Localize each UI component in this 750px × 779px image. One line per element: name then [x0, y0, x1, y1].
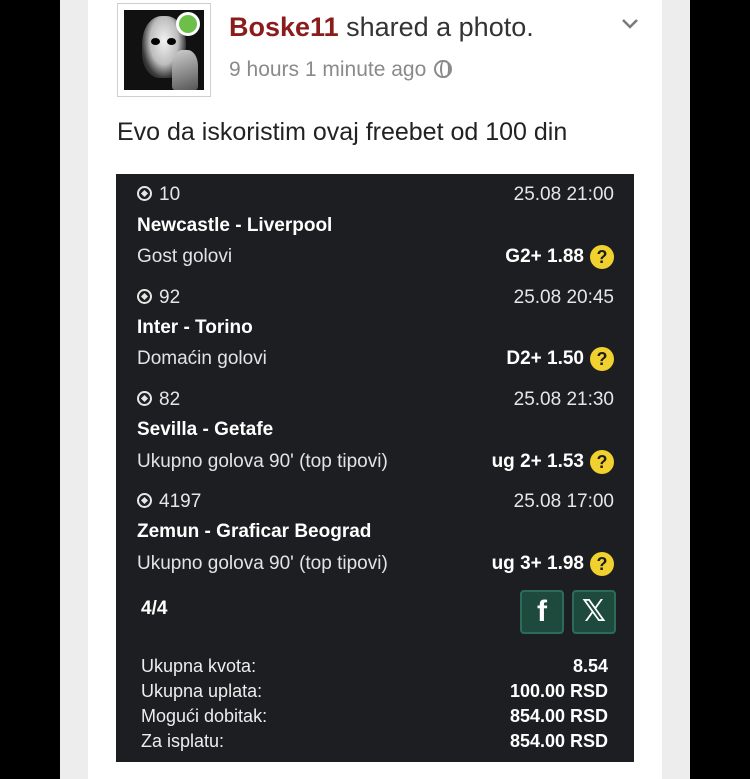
username-link[interactable]: Boske11 — [229, 12, 339, 42]
summary-value: 854.00 RSD — [509, 731, 608, 751]
post-action-text: shared a photo. — [338, 12, 534, 42]
bet-market: Gost golovi — [137, 246, 233, 267]
question-mark-icon: ? — [590, 552, 614, 576]
bet-match-row: Zemun - Graficar Beograd — [137, 521, 614, 547]
bet-market-row: Gost golovi G2+ 1.88 ? — [137, 245, 614, 272]
bet-code: 10 — [159, 184, 181, 205]
bet-datetime: 25.08 21:30 — [513, 389, 614, 410]
globe-icon — [434, 60, 453, 78]
bet-match-row: Newcastle - Liverpool — [137, 215, 614, 241]
bet-market: Domaćin golovi — [137, 348, 267, 369]
summary-row: Mogući dobitak: 854.00 RSD — [141, 706, 608, 730]
bet-meta-row: 92 25.08 20:45 — [137, 287, 614, 313]
bet-slip-image: 10 25.08 21:00 Newcastle - Liverpool Gos… — [116, 174, 634, 762]
summary-value: 8.54 — [572, 656, 608, 676]
summary-value: 100.00 RSD — [509, 681, 608, 701]
summary-label: Za isplatu: — [141, 731, 225, 751]
summary-value: 854.00 RSD — [509, 706, 608, 726]
post-timestamp: 9 hours 1 minute ago — [229, 58, 453, 82]
soccer-ball-icon — [137, 289, 152, 304]
bet-market-row: Domaćin golovi D2+ 1.50 ? — [137, 347, 614, 374]
summary-label: Ukupna uplata: — [141, 681, 263, 701]
bet-market: Ukupno golova 90' (top tipovi) — [137, 451, 388, 472]
bet-code: 4197 — [159, 491, 202, 512]
post-body-text: Evo da iskoristim ovaj freebet od 100 di… — [117, 118, 568, 146]
bet-code: 82 — [159, 389, 181, 410]
bet-match-row: Sevilla - Getafe — [137, 419, 614, 445]
question-mark-icon: ? — [590, 347, 614, 371]
soccer-ball-icon — [137, 493, 152, 508]
post-header: Boske11 shared a photo. — [229, 12, 534, 43]
post-time-text[interactable]: 9 hours 1 minute ago — [229, 58, 426, 81]
bet-datetime: 25.08 21:00 — [513, 184, 614, 205]
chevron-down-icon[interactable] — [620, 14, 640, 34]
bet-code: 92 — [159, 287, 181, 308]
summary-label: Ukupna kvota: — [141, 656, 257, 676]
bet-datetime: 25.08 20:45 — [513, 287, 614, 308]
bet-match: Sevilla - Getafe — [137, 419, 274, 440]
soccer-ball-icon — [137, 391, 152, 406]
x-share-button[interactable]: 𝕏 — [572, 590, 616, 634]
bet-meta-row: 4197 25.08 17:00 — [137, 491, 614, 517]
bet-match: Inter - Torino — [137, 317, 253, 338]
bet-meta-row: 10 25.08 21:00 — [137, 184, 614, 210]
soccer-ball-icon — [137, 186, 152, 201]
facebook-share-button[interactable]: f — [520, 590, 564, 634]
bet-match: Newcastle - Liverpool — [137, 215, 333, 236]
bet-count: 4/4 — [141, 598, 168, 619]
question-mark-icon: ? — [590, 450, 614, 474]
summary-label: Mogući dobitak: — [141, 706, 268, 726]
bet-market-row: Ukupno golova 90' (top tipovi) ug 2+ 1.5… — [137, 450, 614, 477]
summary-row: Ukupna uplata: 100.00 RSD — [141, 681, 608, 705]
bet-market-row: Ukupno golova 90' (top tipovi) ug 3+ 1.9… — [137, 552, 614, 579]
bet-datetime: 25.08 17:00 — [513, 491, 614, 512]
bet-meta-row: 82 25.08 21:30 — [137, 389, 614, 415]
bet-market: Ukupno golova 90' (top tipovi) — [137, 553, 388, 574]
summary-row: Ukupna kvota: 8.54 — [141, 656, 608, 680]
online-status-indicator — [176, 12, 200, 36]
summary-row: Za isplatu: 854.00 RSD — [141, 731, 608, 755]
bet-match: Zemun - Graficar Beograd — [137, 521, 372, 542]
question-mark-icon: ? — [590, 245, 614, 269]
bet-match-row: Inter - Torino — [137, 317, 614, 343]
